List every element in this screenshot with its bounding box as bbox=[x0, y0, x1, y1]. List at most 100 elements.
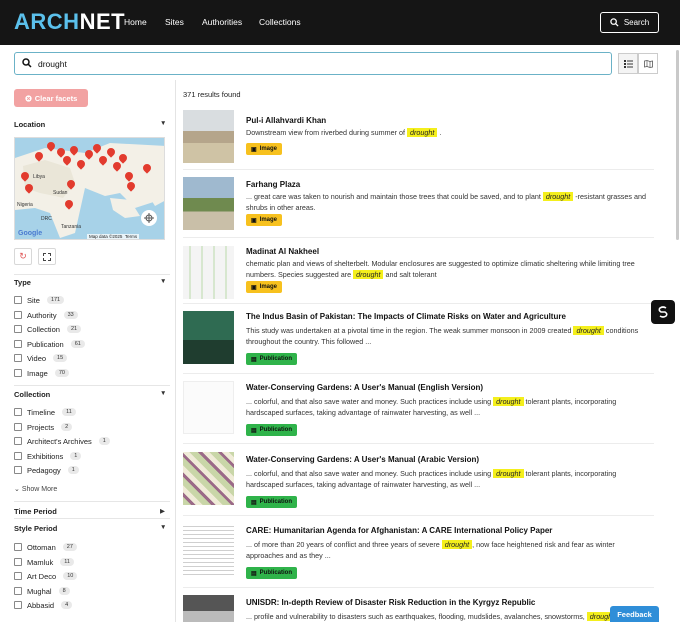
checkbox[interactable] bbox=[14, 354, 22, 362]
extension-widget-button[interactable] bbox=[651, 300, 675, 324]
style-filter-abbasid[interactable]: Abbasid 4 bbox=[14, 599, 73, 611]
result-thumbnail[interactable] bbox=[183, 595, 234, 622]
result-title[interactable]: CARE: Humanitarian Agenda for Afghanista… bbox=[246, 526, 552, 535]
collection-filter-timeline[interactable]: Timeline 11 bbox=[14, 406, 76, 418]
map-icon bbox=[643, 59, 653, 68]
location-map[interactable]: Libya Sudan Nigeria DRC Tanzania Google … bbox=[14, 137, 165, 240]
checkbox[interactable] bbox=[14, 587, 22, 595]
checkbox[interactable] bbox=[14, 466, 22, 474]
clear-facets-button[interactable]: Clear facets bbox=[14, 89, 88, 107]
checkbox[interactable] bbox=[14, 325, 22, 333]
result-title[interactable]: UNISDR: In-depth Review of Disaster Risk… bbox=[246, 598, 535, 607]
search-input[interactable]: drought bbox=[14, 52, 612, 75]
caret-right-icon[interactable]: ▶ bbox=[160, 507, 165, 515]
filter-label: Video bbox=[27, 353, 47, 363]
show-more-link[interactable]: ⌄ Show More bbox=[14, 485, 57, 493]
result-thumbnail[interactable] bbox=[183, 177, 234, 230]
nav-collections-link[interactable]: Collections bbox=[259, 17, 301, 27]
collection-filter-exhibitions[interactable]: Exhibitions 1 bbox=[14, 450, 82, 462]
list-view-toggle[interactable] bbox=[618, 53, 638, 74]
nav-sites-link[interactable]: Sites bbox=[165, 17, 184, 27]
archnet-logo[interactable]: ARCHNET bbox=[14, 9, 125, 35]
type-filter-image[interactable]: Image 70 bbox=[14, 367, 69, 379]
checkbox[interactable] bbox=[14, 558, 22, 566]
crosshair-button[interactable] bbox=[141, 210, 157, 226]
checkbox[interactable] bbox=[14, 423, 22, 431]
checkbox[interactable] bbox=[14, 543, 22, 551]
type-filter-authority[interactable]: Authority 33 bbox=[14, 309, 78, 321]
style-filter-art-deco[interactable]: Art Deco 10 bbox=[14, 570, 78, 582]
nav-home-link[interactable]: Home bbox=[124, 17, 147, 27]
result-title[interactable]: Water-Conserving Gardens: A User's Manua… bbox=[246, 455, 479, 464]
header-search-button[interactable]: Search bbox=[600, 12, 659, 33]
search-highlight: drought bbox=[493, 397, 524, 406]
image-icon: ▣ bbox=[251, 284, 257, 291]
divider bbox=[14, 501, 170, 502]
caret-down-icon[interactable]: ▼ bbox=[160, 390, 166, 397]
fullscreen-map-button[interactable] bbox=[38, 248, 56, 265]
result-thumbnail[interactable] bbox=[183, 110, 234, 163]
result-thumbnail[interactable] bbox=[183, 311, 234, 364]
collection-filter-pedagogy[interactable]: Pedagogy 1 bbox=[14, 464, 79, 476]
type-facet-heading[interactable]: Type bbox=[14, 278, 31, 287]
map-data-text: Map data ©2025 bbox=[89, 234, 123, 239]
type-filter-site[interactable]: Site 171 bbox=[14, 294, 65, 306]
result-title[interactable]: Madinat Al Nakheel bbox=[246, 247, 319, 256]
collection-filter-projects[interactable]: Projects 2 bbox=[14, 421, 73, 433]
checkbox[interactable] bbox=[14, 572, 22, 580]
checkbox[interactable] bbox=[14, 601, 22, 609]
map-view-toggle[interactable] bbox=[638, 53, 658, 74]
style-filter-mamluk[interactable]: Mamluk 11 bbox=[14, 556, 74, 568]
caret-down-icon[interactable]: ▼ bbox=[160, 120, 166, 127]
tag-label: Image bbox=[259, 284, 278, 290]
result-title[interactable]: Water-Conserving Gardens: A User's Manua… bbox=[246, 383, 483, 392]
type-filter-video[interactable]: Video 15 bbox=[14, 352, 68, 364]
result-thumbnail[interactable] bbox=[183, 523, 234, 576]
type-filter-publication[interactable]: Publication 61 bbox=[14, 338, 85, 350]
time-period-facet-heading[interactable]: Time Period bbox=[14, 507, 57, 516]
caret-down-icon[interactable]: ▼ bbox=[160, 278, 166, 285]
type-tag-image[interactable]: ▣ Image bbox=[246, 143, 283, 155]
checkbox[interactable] bbox=[14, 408, 22, 416]
map-terms-link[interactable]: Terms bbox=[125, 234, 137, 239]
image-icon: ▣ bbox=[251, 217, 257, 224]
feedback-button[interactable]: Feedback bbox=[610, 606, 659, 622]
caret-down-icon[interactable]: ▼ bbox=[160, 524, 166, 531]
style-period-facet-heading[interactable]: Style Period bbox=[14, 524, 57, 533]
filter-count-badge: 171 bbox=[46, 296, 65, 304]
checkbox[interactable] bbox=[14, 311, 22, 319]
checkbox[interactable] bbox=[14, 340, 22, 348]
checkbox[interactable] bbox=[14, 296, 22, 304]
result-title[interactable]: Pul-i Allahvardi Khan bbox=[246, 116, 326, 125]
search-input-value: drought bbox=[38, 59, 67, 69]
nav-authorities-link[interactable]: Authorities bbox=[202, 17, 242, 27]
filter-count-badge: 4 bbox=[61, 601, 73, 609]
result-thumbnail[interactable] bbox=[183, 381, 234, 434]
map-label-drc: DRC bbox=[41, 216, 52, 222]
checkbox[interactable] bbox=[14, 452, 22, 460]
result-title[interactable]: Farhang Plaza bbox=[246, 180, 300, 189]
type-tag-image[interactable]: ▣ Image bbox=[246, 214, 283, 226]
page-scrollbar[interactable] bbox=[676, 50, 679, 240]
result-thumbnail[interactable] bbox=[183, 452, 234, 505]
style-filter-ottoman[interactable]: Ottoman 27 bbox=[14, 541, 77, 553]
result-thumbnail[interactable] bbox=[183, 246, 234, 299]
list-icon bbox=[623, 59, 633, 68]
type-tag-publication[interactable]: ▤ Publication bbox=[246, 567, 298, 579]
type-tag-publication[interactable]: ▤ Publication bbox=[246, 424, 298, 436]
result-snippet: chematic plan and views of shelterbelt. … bbox=[246, 259, 651, 280]
collection-facet-heading[interactable]: Collection bbox=[14, 390, 50, 399]
style-filter-mughal[interactable]: Mughal 8 bbox=[14, 585, 70, 597]
type-filter-collection[interactable]: Collection 21 bbox=[14, 323, 82, 335]
result-title[interactable]: The Indus Basin of Pakistan: The Impacts… bbox=[246, 312, 566, 321]
type-tag-image[interactable]: ▣ Image bbox=[246, 281, 283, 293]
type-tag-publication[interactable]: ▤ Publication bbox=[246, 353, 298, 365]
search-icon bbox=[610, 18, 619, 27]
type-tag-publication[interactable]: ▤ Publication bbox=[246, 496, 298, 508]
collection-filter-architects-archives[interactable]: Architect's Archives 1 bbox=[14, 435, 110, 447]
reset-map-button[interactable]: ↻ bbox=[14, 248, 32, 265]
checkbox[interactable] bbox=[14, 437, 22, 445]
location-facet-heading[interactable]: Location bbox=[14, 120, 45, 129]
filter-count-badge: 15 bbox=[53, 354, 68, 362]
checkbox[interactable] bbox=[14, 369, 22, 377]
